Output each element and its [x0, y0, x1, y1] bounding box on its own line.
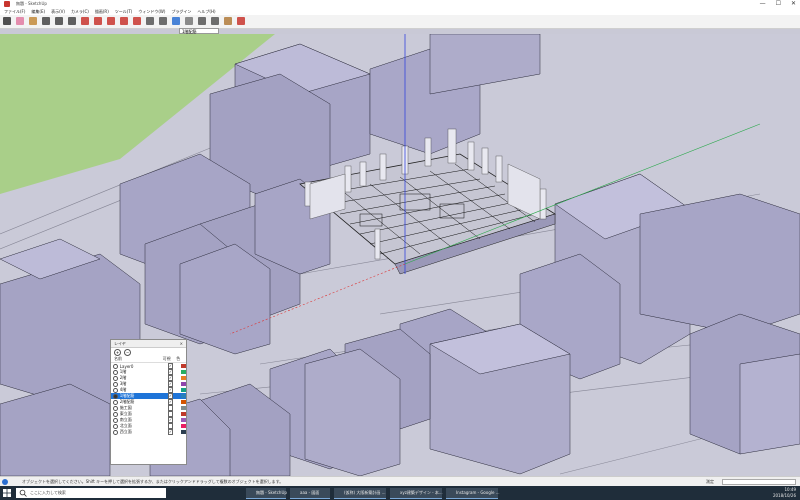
- taskbar-search-input[interactable]: ここに入力して検索: [16, 488, 166, 498]
- maximize-button[interactable]: ☐: [776, 0, 781, 8]
- taskbar-app-sketchup[interactable]: 無題 - SketchUp: [246, 488, 287, 499]
- measurement-input[interactable]: [722, 479, 796, 485]
- layer-color-swatch[interactable]: [181, 388, 186, 392]
- layer-color-swatch[interactable]: [181, 424, 186, 428]
- zoom-extents-icon[interactable]: [211, 17, 219, 25]
- eraser-icon[interactable]: [16, 17, 24, 25]
- active-layer-radio[interactable]: [113, 393, 118, 399]
- info-icon[interactable]: [2, 479, 8, 485]
- layer-color-swatch[interactable]: [181, 400, 186, 404]
- sketchup-logo-icon: [4, 1, 10, 7]
- layers-close-icon[interactable]: ×: [180, 340, 183, 347]
- active-layer-radio[interactable]: [113, 411, 118, 417]
- main-toolbar: [0, 15, 800, 29]
- rectangle-icon[interactable]: [68, 17, 76, 25]
- menu-help[interactable]: ヘルプ(H): [197, 8, 215, 15]
- layer-color-swatch[interactable]: [181, 394, 186, 398]
- taskbar-app-xyz[interactable]: xyz建築デザイン - 本...: [390, 488, 443, 499]
- layer-color-swatch[interactable]: [181, 382, 186, 386]
- search-icon: [19, 489, 27, 497]
- text-icon[interactable]: [159, 17, 167, 25]
- col-name[interactable]: 名前: [111, 356, 163, 362]
- active-layer-radio[interactable]: [113, 363, 118, 369]
- menu-file[interactable]: ファイル(F): [4, 8, 25, 15]
- arc-icon[interactable]: [55, 17, 63, 25]
- active-layer-radio[interactable]: [113, 375, 118, 381]
- col-color[interactable]: 色: [176, 356, 186, 362]
- taskbar-app-instagram[interactable]: Instagram - Google ...: [446, 488, 500, 499]
- taskbar-app-drawing[interactable]: aaa - 図面: [290, 488, 330, 499]
- active-layer-radio[interactable]: [113, 429, 118, 435]
- active-layer-radio[interactable]: [113, 405, 118, 411]
- layer-color-swatch[interactable]: [181, 406, 186, 410]
- layer-visible-checkbox[interactable]: ✓: [167, 429, 174, 435]
- layers-panel-title: レイヤ: [114, 341, 126, 346]
- taskbar-app-osaka[interactable]: (仮称) 大阪新築計画 ...: [334, 488, 386, 499]
- line-icon[interactable]: [42, 17, 50, 25]
- window-title: 無題 - SketchUp: [16, 1, 47, 6]
- layer-color-swatch[interactable]: [181, 430, 186, 434]
- scale-icon[interactable]: [120, 17, 128, 25]
- tape-icon[interactable]: [146, 17, 154, 25]
- menu-bar: ファイル(F) 編集(E) 表示(V) カメラ(C) 描画(R) ツール(T) …: [0, 8, 800, 15]
- taskbar: ここに入力して検索 無題 - SketchUp aaa - 図面 (仮称) 大阪…: [0, 486, 800, 500]
- menu-camera[interactable]: カメラ(C): [71, 8, 89, 15]
- close-button[interactable]: ✕: [791, 0, 796, 8]
- active-layer-radio[interactable]: [113, 417, 118, 423]
- menu-plugins[interactable]: プラグイン: [171, 8, 191, 15]
- active-layer-radio[interactable]: [113, 423, 118, 429]
- orbit-icon[interactable]: [172, 17, 180, 25]
- layer-name[interactable]: 西立面: [120, 429, 160, 435]
- layer-color-swatch[interactable]: [181, 370, 186, 374]
- active-layer-radio[interactable]: [113, 381, 118, 387]
- minimize-button[interactable]: —: [760, 0, 766, 8]
- pushpull-icon[interactable]: [81, 17, 89, 25]
- menu-edit[interactable]: 編集(E): [31, 8, 45, 15]
- menu-view[interactable]: 表示(V): [51, 8, 65, 15]
- layer-color-swatch[interactable]: [181, 418, 186, 422]
- pan-icon[interactable]: [185, 17, 193, 25]
- system-clock[interactable]: 10:49 2018/10/26: [773, 487, 796, 499]
- active-layer-radio[interactable]: [113, 399, 118, 405]
- menu-window[interactable]: ウィンドウ(W): [138, 8, 165, 15]
- menu-tools[interactable]: ツール(T): [115, 8, 133, 15]
- delete-layer-button[interactable]: −: [124, 348, 131, 356]
- zoom-icon[interactable]: [198, 17, 206, 25]
- search-placeholder: ここに入力して検索: [30, 490, 66, 495]
- active-layer-radio[interactable]: [113, 369, 118, 375]
- clock-date: 2018/10/26: [772, 493, 796, 498]
- paint-icon[interactable]: [29, 17, 37, 25]
- layer-name[interactable]: Layer0: [120, 364, 160, 369]
- menu-draw[interactable]: 描画(R): [95, 8, 109, 15]
- layer-color-swatch[interactable]: [181, 412, 186, 416]
- windows-start-icon[interactable]: [3, 489, 11, 497]
- layer-color-swatch[interactable]: [181, 364, 186, 368]
- add-layer-button[interactable]: +: [114, 348, 121, 356]
- rotate-icon[interactable]: [107, 17, 115, 25]
- offset-icon[interactable]: [133, 17, 141, 25]
- layers-panel: レイヤ × + − 名前 可視 色 Layer0 ✓ 1階 ✓ 2階 ✓ 3階 ✓ 4階 ✓ 1階配…: [110, 339, 187, 465]
- layer-color-swatch[interactable]: [181, 376, 186, 380]
- move-icon[interactable]: [94, 17, 102, 25]
- col-visible[interactable]: 可視: [163, 356, 177, 362]
- active-layer-radio[interactable]: [113, 387, 118, 393]
- layer-row[interactable]: 西立面 ✓: [111, 429, 186, 435]
- sandbox-icon[interactable]: [224, 17, 232, 25]
- select-icon[interactable]: [3, 17, 11, 25]
- warehouse-icon[interactable]: [237, 17, 245, 25]
